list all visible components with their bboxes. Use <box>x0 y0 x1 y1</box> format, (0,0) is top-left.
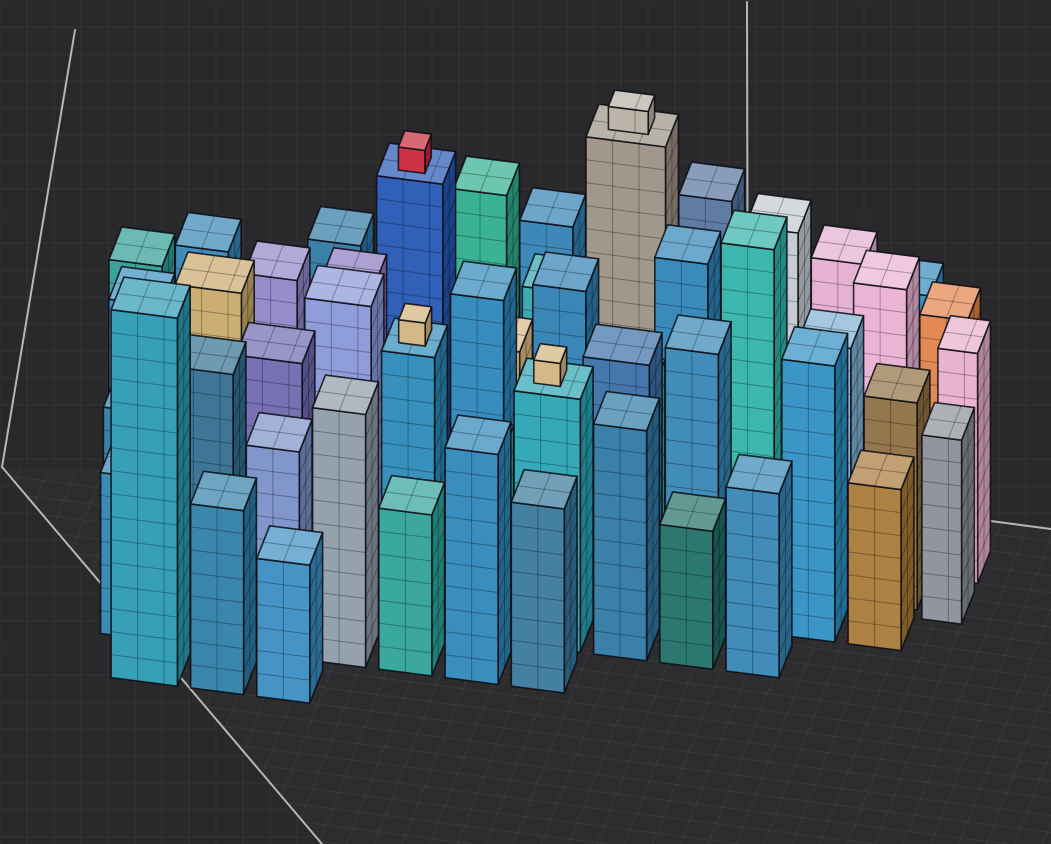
building-box <box>921 401 976 626</box>
building-face-front <box>397 146 426 175</box>
building-box <box>189 470 258 696</box>
building-face-front <box>397 318 427 347</box>
building-cap <box>532 342 568 388</box>
building-box <box>110 276 191 688</box>
voxel-city-viewport[interactable] <box>0 0 1051 844</box>
scene-canvas <box>0 0 1051 844</box>
building-box <box>725 453 793 679</box>
building-box <box>255 524 324 705</box>
building-box <box>444 414 512 686</box>
building-face-top <box>532 342 568 365</box>
building-face-top <box>397 129 433 152</box>
building-box <box>658 491 727 671</box>
building-box <box>847 449 915 652</box>
building-box <box>510 468 578 694</box>
building-face-top <box>397 302 433 324</box>
building-cap <box>397 302 433 347</box>
building-cap <box>607 89 656 136</box>
building-box <box>377 474 446 677</box>
red-accent-cube <box>397 129 433 175</box>
building-face-front <box>532 359 562 388</box>
building-box <box>592 390 661 662</box>
